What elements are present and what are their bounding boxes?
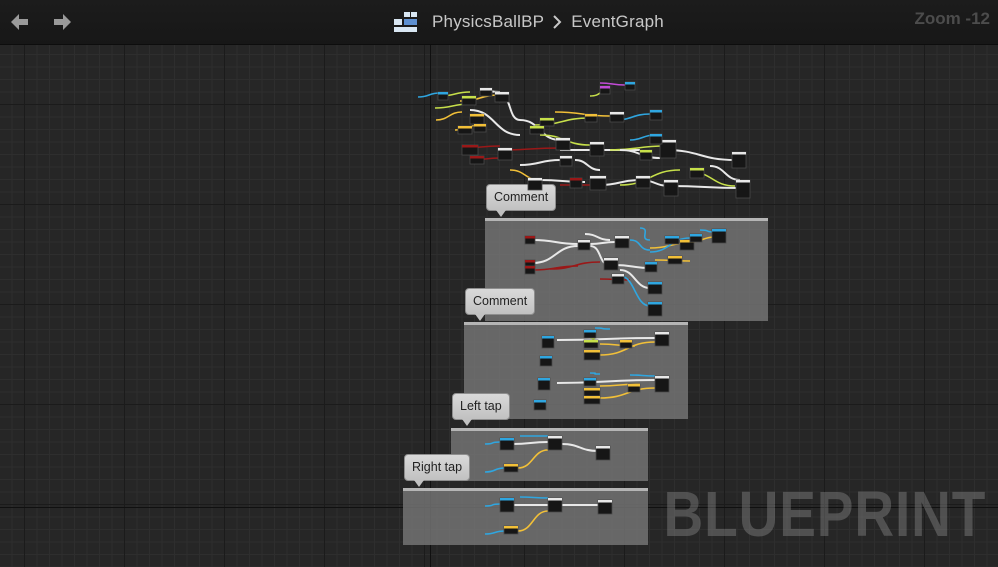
graph-node[interactable] — [437, 91, 449, 101]
graph-node[interactable] — [584, 113, 598, 123]
graph-node[interactable] — [627, 383, 641, 393]
graph-node[interactable] — [664, 235, 680, 245]
graph-node[interactable] — [599, 85, 611, 95]
graph-node[interactable] — [589, 175, 607, 191]
graph-node[interactable] — [647, 281, 663, 295]
graph-node[interactable] — [461, 144, 479, 156]
graph-node[interactable] — [611, 273, 625, 285]
graph-node[interactable] — [595, 445, 611, 461]
graph-node[interactable] — [619, 339, 633, 349]
graph-title-bar: PhysicsBallBP EventGraph Zoom -12 — [0, 0, 998, 45]
graph-node[interactable] — [589, 141, 605, 157]
graph-node[interactable] — [635, 175, 651, 189]
graph-node[interactable] — [667, 255, 683, 265]
graph-node[interactable] — [524, 265, 536, 275]
graph-node[interactable] — [649, 109, 663, 121]
graph-node[interactable] — [654, 375, 670, 393]
graph-node[interactable] — [583, 349, 601, 361]
graph-node[interactable] — [731, 151, 747, 169]
graph-node[interactable] — [735, 179, 751, 199]
graph-node[interactable] — [647, 301, 663, 317]
graph-node[interactable] — [499, 437, 515, 451]
graph-node[interactable] — [663, 179, 679, 197]
graph-node[interactable] — [457, 125, 473, 135]
graph-node[interactable] — [547, 435, 563, 451]
graph-node[interactable] — [583, 377, 597, 387]
graph-node[interactable] — [639, 149, 653, 161]
graph-node[interactable] — [473, 123, 487, 133]
graph-node[interactable] — [649, 133, 663, 145]
zoom-level: Zoom -12 — [914, 9, 990, 28]
graph-node[interactable] — [469, 155, 485, 165]
forward-arrow-icon[interactable] — [50, 10, 74, 34]
graph-node[interactable] — [583, 329, 597, 339]
breadcrumb-blueprint-name[interactable]: PhysicsBallBP — [432, 12, 544, 32]
graph-node[interactable] — [559, 155, 573, 167]
comment-bubble[interactable]: Comment — [486, 184, 557, 217]
graph-node[interactable] — [644, 261, 658, 273]
graph-node[interactable] — [624, 81, 636, 91]
graph-node[interactable] — [494, 91, 510, 103]
graph-node[interactable] — [547, 497, 563, 513]
comment-bubble-right-tap[interactable]: Right tap — [404, 454, 471, 487]
graph-node[interactable] — [659, 139, 677, 159]
back-arrow-icon[interactable] — [8, 10, 32, 34]
chevron-right-icon — [553, 15, 562, 29]
breadcrumb-graph-name[interactable]: EventGraph — [571, 12, 664, 32]
graph-node[interactable] — [539, 117, 555, 127]
graph-node[interactable] — [689, 233, 703, 243]
graph-node[interactable] — [583, 395, 601, 405]
graph-node[interactable] — [527, 177, 543, 191]
graph-node[interactable] — [597, 499, 613, 515]
graph-node[interactable] — [539, 355, 553, 367]
graph-node[interactable] — [711, 228, 727, 244]
graph-node[interactable] — [577, 239, 591, 251]
graph-node[interactable] — [503, 525, 519, 535]
blueprint-class-icon — [394, 12, 417, 32]
blueprint-watermark: BLUEPRINT — [663, 478, 986, 550]
graph-node[interactable] — [609, 111, 625, 123]
graph-node[interactable] — [529, 125, 545, 135]
graph-node[interactable] — [533, 399, 547, 411]
graph-node[interactable] — [614, 235, 630, 249]
graph-node[interactable] — [479, 87, 493, 97]
graph-node[interactable] — [503, 463, 519, 473]
graph-node[interactable] — [583, 387, 601, 397]
graph-node[interactable] — [469, 113, 485, 125]
comment-bubble[interactable]: Comment — [465, 288, 536, 321]
breadcrumb: PhysicsBallBP EventGraph — [393, 8, 664, 36]
graph-node[interactable] — [583, 339, 599, 349]
graph-node[interactable] — [689, 167, 705, 179]
graph-node[interactable] — [537, 377, 551, 391]
comment-bubble-left-tap[interactable]: Left tap — [452, 393, 510, 426]
graph-node[interactable] — [497, 147, 513, 161]
graph-node[interactable] — [541, 335, 555, 349]
graph-node[interactable] — [569, 177, 583, 189]
graph-node[interactable] — [654, 331, 670, 347]
graph-node[interactable] — [524, 235, 536, 245]
graph-node[interactable] — [461, 95, 477, 106]
graph-node[interactable] — [555, 137, 571, 151]
graph-node[interactable] — [603, 257, 619, 271]
graph-node[interactable] — [499, 497, 515, 513]
